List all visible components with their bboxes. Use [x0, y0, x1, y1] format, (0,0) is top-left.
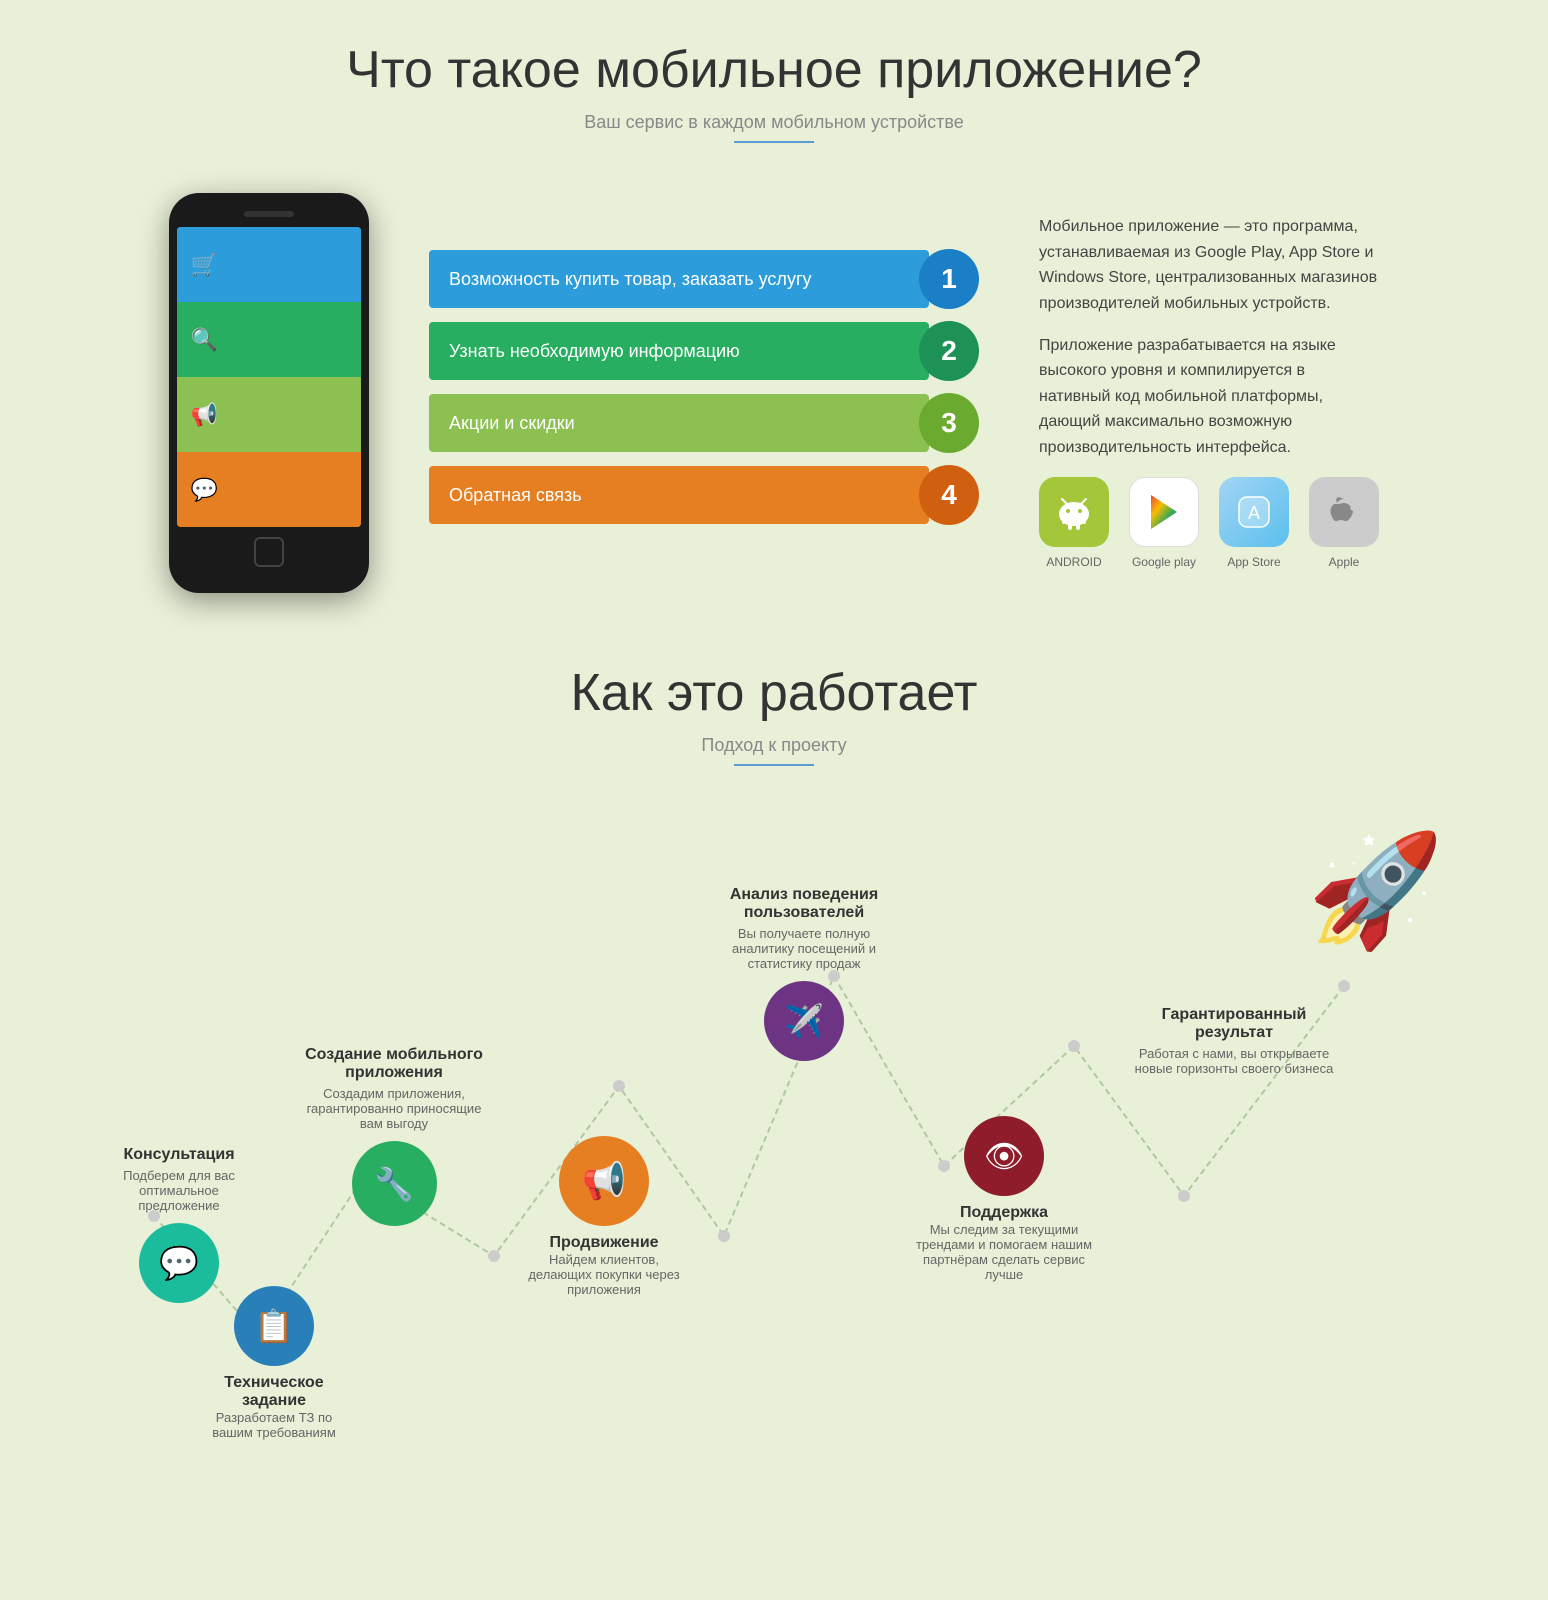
phone-body: 🛒 🔍 📢 💬 [169, 193, 369, 593]
phone-row-2: 🔍 [177, 302, 361, 377]
app-store-icon: A [1219, 477, 1289, 547]
node-creation: Создание мобильного приложения Создадим … [304, 1046, 484, 1226]
node7-title: Гарантированный результат [1162, 1006, 1307, 1041]
store-icons: ANDROID [1039, 477, 1379, 572]
node2-circle: 📋 [234, 1286, 314, 1366]
rocket-icon: 🚀 [1307, 826, 1444, 955]
menu-number-4: 4 [919, 465, 979, 525]
node5-desc: Вы получаете полную аналитику посещений … [732, 926, 876, 971]
menu-text-1: Возможность купить товар, заказать услуг… [449, 269, 812, 290]
workflow-diagram: Консультация Подберем для вас оптимально… [74, 806, 1474, 1456]
google-play-icon [1129, 477, 1199, 547]
node-konsultaciya: Консультация Подберем для вас оптимально… [104, 1146, 254, 1303]
phone-icon-search: 🔍 [177, 302, 232, 377]
node5-circle: ✈️ [764, 981, 844, 1061]
google-play-label: Google play [1132, 553, 1196, 572]
phone-row-4: 💬 [177, 452, 361, 527]
description-p2: Приложение разрабатывается на языке высо… [1039, 333, 1379, 461]
menu-text-2: Узнать необходимую информацию [449, 341, 740, 362]
header-divider [734, 141, 814, 143]
node1-title: Консультация [123, 1146, 234, 1163]
section1-body: 🛒 🔍 📢 💬 Возможность купить товар, заказа… [0, 163, 1548, 623]
svg-text:A: A [1248, 503, 1260, 523]
node6-desc: Мы следим за текущими трендами и помогае… [916, 1222, 1092, 1282]
node4-circle: 📢 [559, 1136, 649, 1226]
menu-text-4: Обратная связь [449, 485, 582, 506]
menu-bar-3: Акции и скидки [429, 394, 929, 452]
menu-item-2: Узнать необходимую информацию 2 [429, 321, 979, 381]
section2: Как это работает Подход к проекту Консул… [0, 623, 1548, 1476]
phone-row-1: 🛒 [177, 227, 361, 302]
section2-divider [734, 764, 814, 766]
description-p1: Мобильное приложение — это программа, ус… [1039, 214, 1379, 316]
menu-item-4: Обратная связь 4 [429, 465, 979, 525]
node7-desc: Работая с нами, вы открываете новые гори… [1135, 1046, 1334, 1076]
phone-speaker [244, 211, 294, 217]
phone-icon-cart: 🛒 [177, 227, 232, 302]
node-result: Гарантированный результат Работая с нами… [1134, 1006, 1334, 1076]
android-icon [1039, 477, 1109, 547]
section1-header: Что такое мобильное приложение? Ваш серв… [0, 0, 1548, 163]
menu-text-3: Акции и скидки [449, 413, 575, 434]
node4-desc: Найдем клиентов, делающих покупки через … [528, 1252, 679, 1297]
right-description: Мобильное приложение — это программа, ус… [1039, 214, 1379, 572]
phone-icon-megaphone: 📢 [177, 377, 232, 452]
node1-desc: Подберем для вас оптимальное предложение [123, 1168, 235, 1213]
node6-circle: 👁 [964, 1116, 1044, 1196]
node6-title: Поддержка [960, 1204, 1048, 1221]
node4-title: Продвижение [549, 1234, 658, 1251]
menu-items-list: Возможность купить товар, заказать услуг… [429, 249, 979, 537]
node3-title: Создание мобильного приложения [305, 1046, 483, 1081]
menu-number-3: 3 [919, 393, 979, 453]
menu-bar-1: Возможность купить товар, заказать услуг… [429, 250, 929, 308]
phone-home-button [254, 537, 284, 567]
node3-desc: Создадим приложения, гарантированно прин… [307, 1086, 482, 1131]
menu-bar-4: Обратная связь [429, 466, 929, 524]
store-apple: Apple [1309, 477, 1379, 572]
menu-number-1: 1 [919, 249, 979, 309]
menu-number-2: 2 [919, 321, 979, 381]
phone-mockup: 🛒 🔍 📢 💬 [169, 193, 369, 593]
node-promotion: 📢 Продвижение Найдем клиентов, делающих … [524, 1136, 684, 1297]
app-store-label: App Store [1227, 553, 1280, 572]
menu-item-3: Акции и скидки 3 [429, 393, 979, 453]
phone-icon-feedback: 💬 [177, 452, 232, 527]
node5-title: Анализ поведения пользователей [730, 886, 878, 921]
node-support: 👁 Поддержка Мы следим за текущими тренда… [914, 1116, 1094, 1282]
android-label: ANDROID [1046, 553, 1101, 572]
menu-item-1: Возможность купить товар, заказать услуг… [429, 249, 979, 309]
node2-desc: Разработаем ТЗ по вашим требованиям [212, 1410, 336, 1440]
store-google-play: Google play [1129, 477, 1199, 572]
apple-icon [1309, 477, 1379, 547]
section2-title: Как это работает [20, 663, 1528, 723]
section2-subtitle: Подход к проекту [20, 735, 1528, 756]
phone-screen: 🛒 🔍 📢 💬 [177, 227, 361, 527]
node-analytics: Анализ поведения пользователей Вы получа… [714, 886, 894, 1061]
phone-row-3: 📢 [177, 377, 361, 452]
main-title: Что такое мобильное приложение? [20, 40, 1528, 100]
apple-label: Apple [1329, 553, 1360, 572]
node2-title: Техническое задание [224, 1374, 323, 1409]
main-subtitle: Ваш сервис в каждом мобильном устройстве [20, 112, 1528, 133]
store-android: ANDROID [1039, 477, 1109, 572]
node3-circle: 🔧 [352, 1141, 437, 1226]
store-app-store: A App Store [1219, 477, 1289, 572]
node-tz: 📋 Техническое задание Разработаем ТЗ по … [194, 1286, 354, 1440]
menu-bar-2: Узнать необходимую информацию [429, 322, 929, 380]
